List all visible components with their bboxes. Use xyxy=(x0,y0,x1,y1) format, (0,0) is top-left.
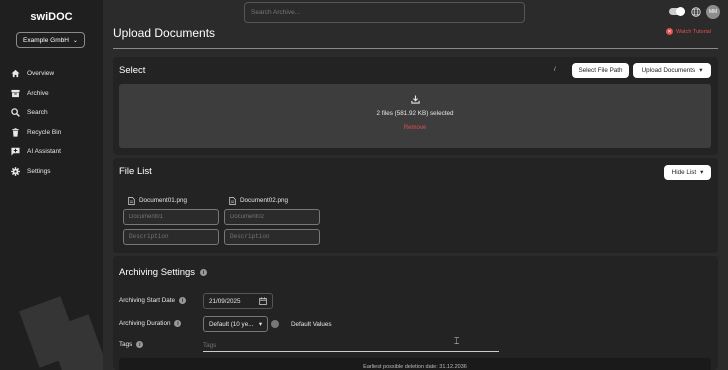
tags-label: Tags xyxy=(119,341,133,348)
globe-icon[interactable] xyxy=(691,7,701,17)
sidebar-item-ai-assistant[interactable]: AI Assistant xyxy=(0,142,103,162)
duration-select[interactable]: Default (10 ye... ▾ xyxy=(203,316,268,332)
file-name-row: Document02.png xyxy=(224,196,320,205)
search-input[interactable] xyxy=(244,2,525,23)
sidebar-item-archive[interactable]: Archive xyxy=(0,84,103,104)
archiving-settings-panel: Archiving Settings i Archiving Start Dat… xyxy=(113,256,718,370)
sidebar: swiDOC Example GmbH ⌄ Overview Archive S… xyxy=(0,0,103,370)
file-item: Document01.png xyxy=(123,196,219,245)
text-cursor-icon: ⌶ xyxy=(454,336,460,346)
start-date-value: 21/09/2025 xyxy=(209,297,241,305)
download-icon xyxy=(411,95,420,104)
watch-tutorial-link[interactable]: ✕ Watch Tutorial xyxy=(666,28,711,35)
duration-value: Default (10 ye... xyxy=(209,320,254,328)
file-name: Document02.png xyxy=(240,197,288,204)
sidebar-item-overview[interactable]: Overview xyxy=(0,64,103,84)
sidebar-item-label: Search xyxy=(27,109,48,117)
document-title-input[interactable] xyxy=(224,209,320,225)
file-path-display: / xyxy=(554,67,556,73)
info-icon[interactable]: i xyxy=(200,269,208,276)
gear-icon xyxy=(11,166,20,176)
hide-list-label: Hide List xyxy=(671,169,697,176)
info-icon[interactable]: i xyxy=(174,320,182,327)
company-selector-value: Example GmbH xyxy=(23,36,69,44)
sidebar-item-label: Settings xyxy=(27,167,51,175)
select-file-path-label: Select File Path xyxy=(578,67,623,74)
duration-label: Archiving Duration xyxy=(119,320,171,327)
duration-row: Archiving Duration i xyxy=(119,320,182,327)
description-input[interactable] xyxy=(123,229,219,245)
title-divider xyxy=(113,48,718,49)
start-date-field[interactable]: 21/09/2025 xyxy=(203,293,273,309)
select-file-path-button[interactable]: Select File Path xyxy=(572,63,629,78)
sidebar-item-label: Archive xyxy=(27,89,49,97)
archiving-settings-header: Archiving Settings i xyxy=(119,267,208,278)
chevron-down-icon: ⌄ xyxy=(72,37,78,44)
default-values-label: Default Values xyxy=(291,321,332,328)
chevron-down-icon: ▾ xyxy=(258,320,262,328)
close-circle-icon: ✕ xyxy=(666,28,673,35)
file-dropzone[interactable]: 2 files (581.92 KB) selected Remove xyxy=(119,84,711,148)
archiving-settings-title: Archiving Settings xyxy=(119,267,196,278)
tags-row: Tags i xyxy=(119,341,144,348)
info-icon[interactable]: i xyxy=(136,341,144,348)
upload-documents-button[interactable]: Upload Documents ▾ xyxy=(633,63,711,78)
info-icon[interactable]: i xyxy=(179,297,186,304)
hide-list-button[interactable]: Hide List ▾ xyxy=(664,165,711,180)
default-values-toggle[interactable] xyxy=(271,320,279,328)
deletion-date-bar: Earliest possible deletion date: 31.12.2… xyxy=(119,358,711,370)
search-icon xyxy=(11,108,20,118)
file-icon xyxy=(128,196,135,205)
select-section-title: Select xyxy=(119,65,146,76)
sidebar-item-label: Overview xyxy=(27,70,55,78)
company-selector[interactable]: Example GmbH ⌄ xyxy=(16,32,85,48)
page-title: Upload Documents xyxy=(113,26,216,40)
trash-icon xyxy=(11,128,20,137)
selected-files-text: 2 files (581.92 KB) selected xyxy=(376,110,454,117)
watch-tutorial-label: Watch Tutorial xyxy=(676,28,711,35)
document-title-input[interactable] xyxy=(123,209,219,225)
chat-plus-icon xyxy=(11,147,20,156)
deletion-date-text: Earliest possible deletion date: 31.12.2… xyxy=(363,364,467,370)
remove-files-link[interactable]: Remove xyxy=(119,125,711,131)
sidebar-item-label: Recycle Bin xyxy=(27,128,62,136)
sidebar-item-label: AI Assistant xyxy=(27,148,61,156)
sidebar-item-search[interactable]: Search xyxy=(0,103,103,123)
chevron-down-icon: ▾ xyxy=(699,67,703,74)
select-panel: Select / Select File Path Upload Documen… xyxy=(113,57,718,155)
sidebar-item-settings[interactable]: Settings xyxy=(0,162,103,182)
file-item: Document02.png xyxy=(224,196,320,245)
calendar-icon[interactable] xyxy=(259,297,267,305)
file-list-panel: File List Hide List ▾ Document01.png Doc… xyxy=(113,158,718,253)
start-date-label: Archiving Start Date xyxy=(119,297,175,304)
archive-icon xyxy=(11,89,20,98)
upload-documents-label: Upload Documents xyxy=(641,67,696,74)
app-logo: swiDOC xyxy=(30,11,73,23)
theme-toggle[interactable] xyxy=(669,7,685,16)
file-list-title: File List xyxy=(119,166,152,177)
sidebar-nav: Overview Archive Search Recycle Bin AI A… xyxy=(0,64,103,181)
home-icon xyxy=(11,69,20,78)
description-input[interactable] xyxy=(224,229,320,245)
file-name: Document01.png xyxy=(139,197,187,204)
start-date-row: Archiving Start Date i xyxy=(119,297,186,304)
chevron-down-icon: ▾ xyxy=(700,169,704,176)
file-name-row: Document01.png xyxy=(123,196,219,205)
sidebar-item-recycle-bin[interactable]: Recycle Bin xyxy=(0,123,103,143)
file-icon xyxy=(229,196,236,205)
avatar[interactable]: MM xyxy=(706,5,720,19)
